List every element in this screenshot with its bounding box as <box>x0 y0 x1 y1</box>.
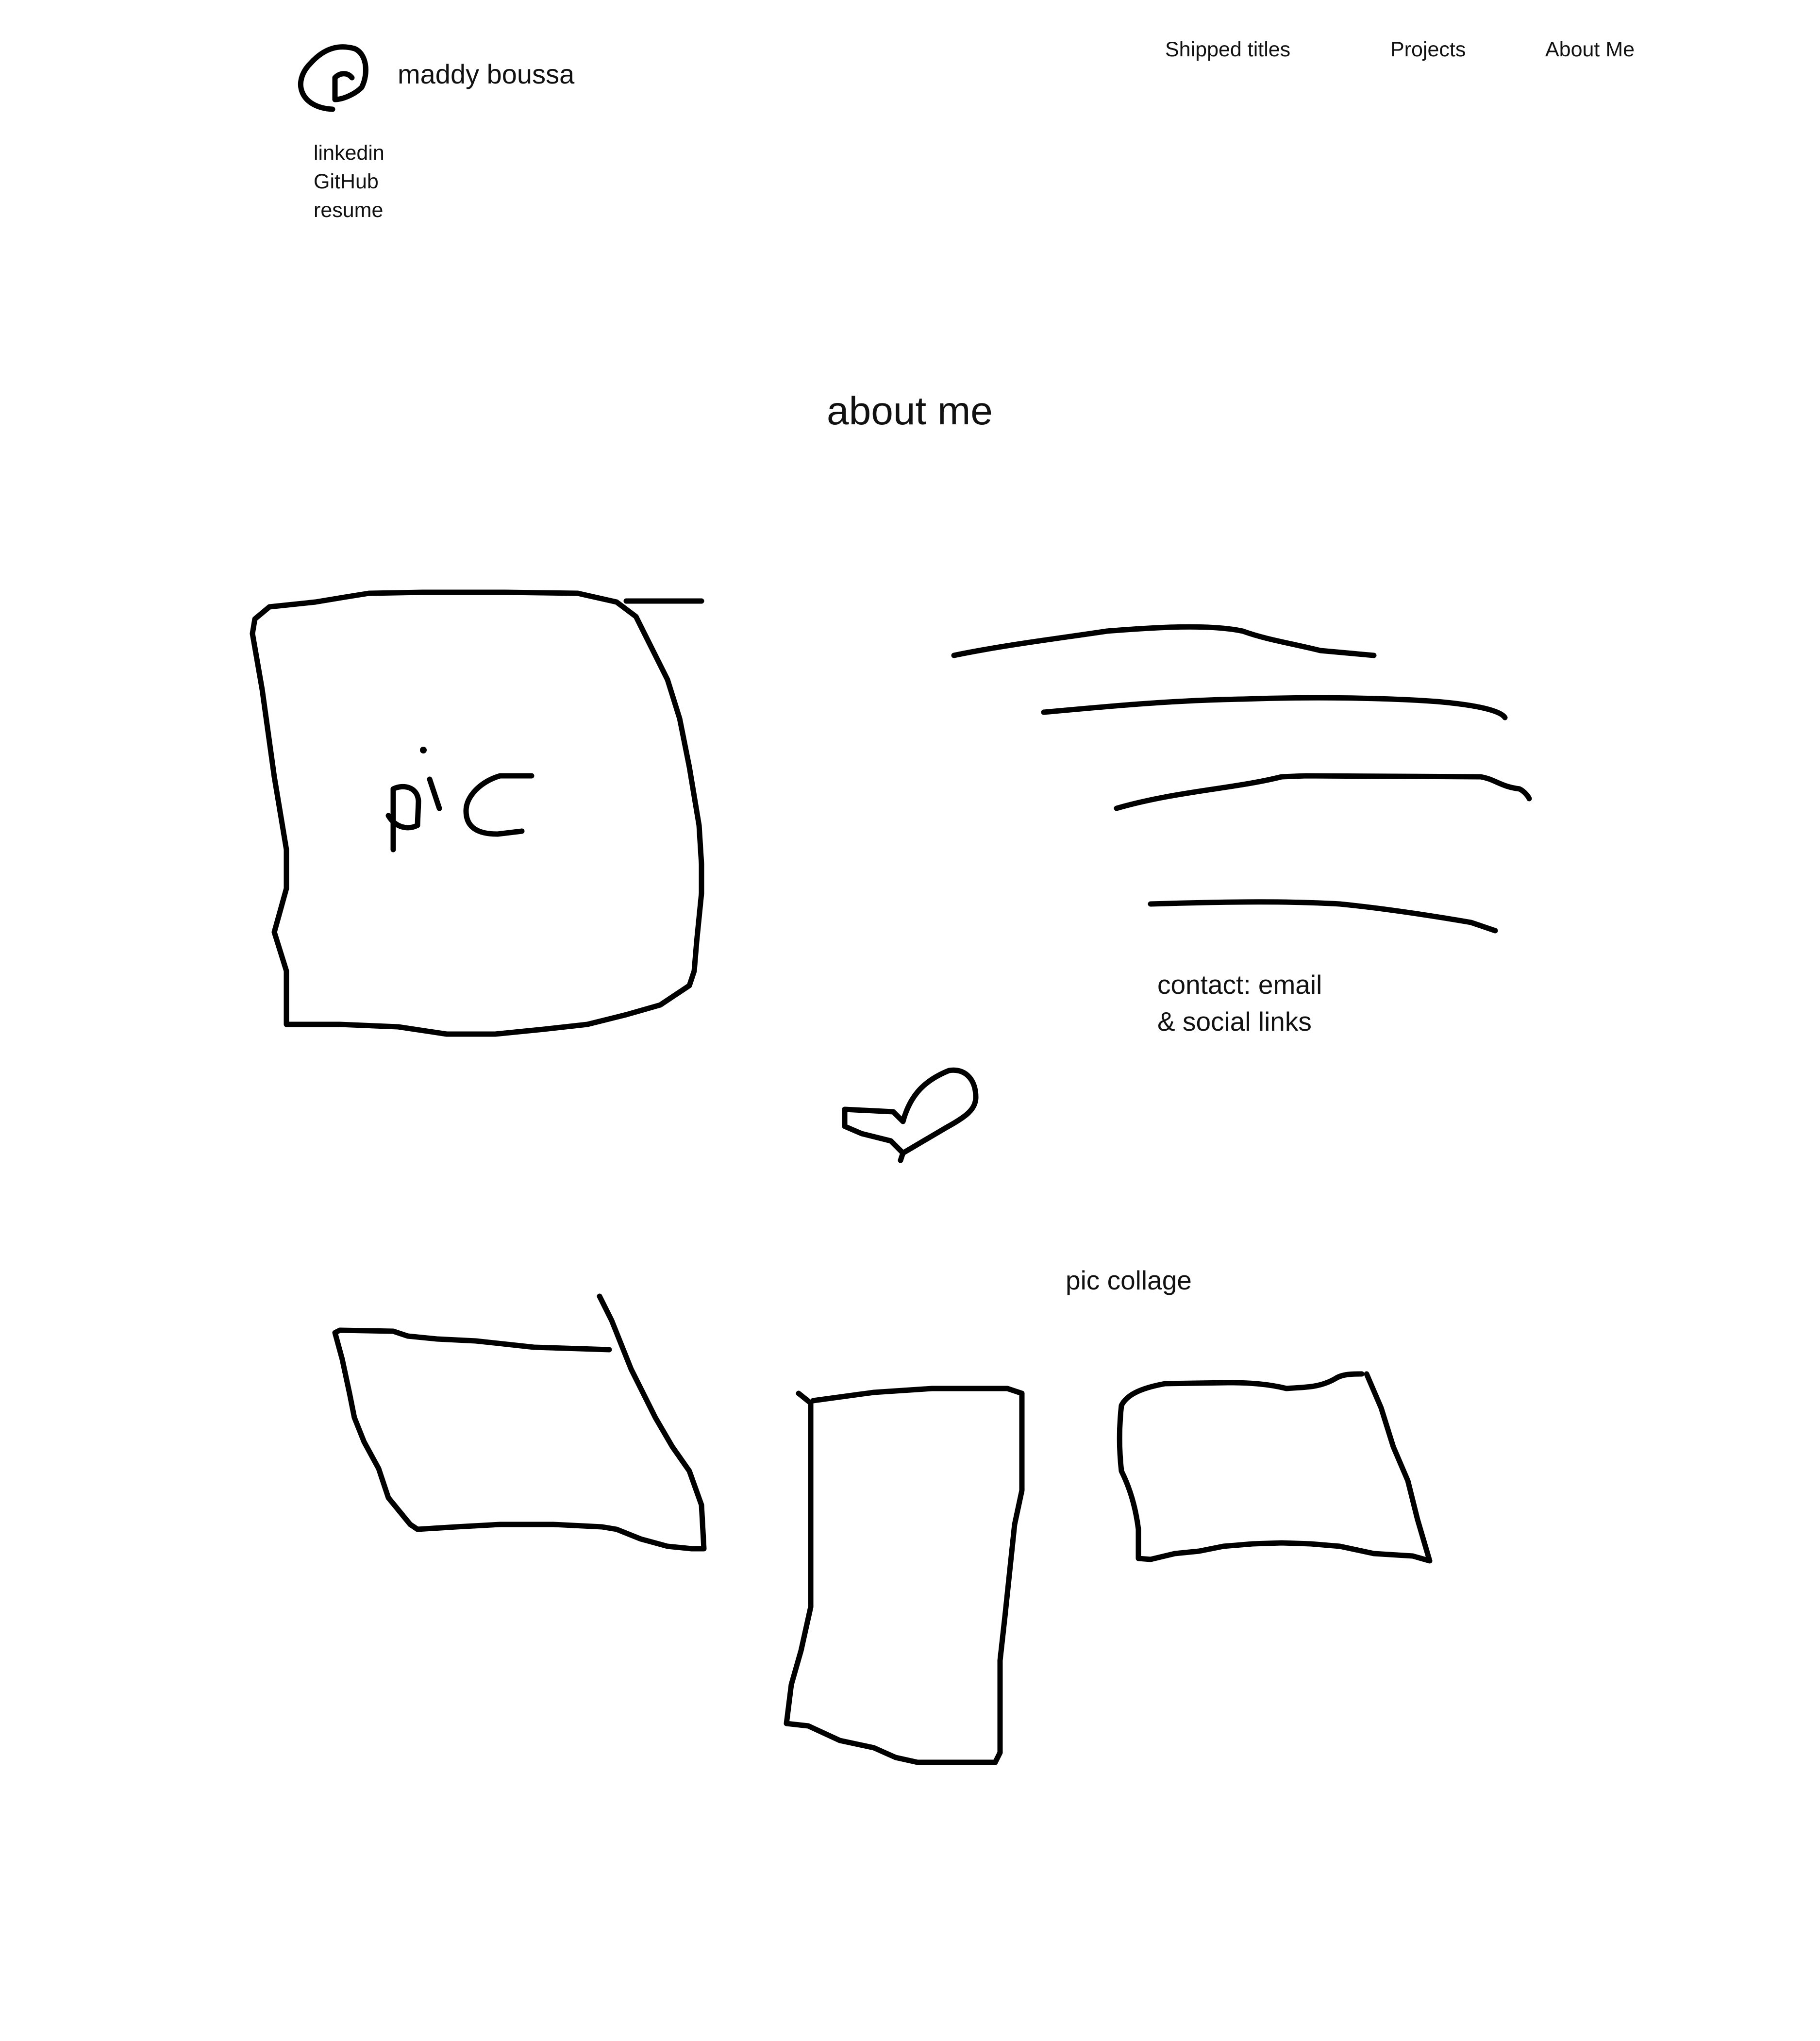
contact-text-line1: contact: email <box>1157 970 1322 1000</box>
sketch-layer <box>250 44 1532 1765</box>
heart-icon <box>842 1067 979 1163</box>
site-name[interactable]: maddy boussa <box>398 58 574 90</box>
collage-photo-frame <box>332 1293 707 1552</box>
social-link-github[interactable]: GitHub <box>314 169 379 195</box>
contact-text-line2: & social links <box>1157 1006 1312 1037</box>
profile-pic-frame <box>250 589 704 1037</box>
nav-item-projects[interactable]: Projects <box>1390 37 1466 63</box>
text-lines-placeholder <box>951 624 1532 934</box>
social-link-linkedin[interactable]: linkedin <box>314 141 384 166</box>
wireframe-page: maddy boussa linkedin GitHub resume Ship… <box>0 0 1820 2041</box>
collage-photo-frame <box>784 1386 1025 1765</box>
collage-label: pic collage <box>1066 1265 1192 1295</box>
social-link-resume[interactable]: resume <box>314 198 383 223</box>
at-sign-icon[interactable] <box>298 44 368 112</box>
page-title: about me <box>827 389 993 433</box>
nav-item-about-me[interactable]: About Me <box>1545 37 1635 63</box>
collage-photo-frame <box>1117 1371 1433 1564</box>
nav-item-shipped-titles[interactable]: Shipped titles <box>1165 37 1290 63</box>
